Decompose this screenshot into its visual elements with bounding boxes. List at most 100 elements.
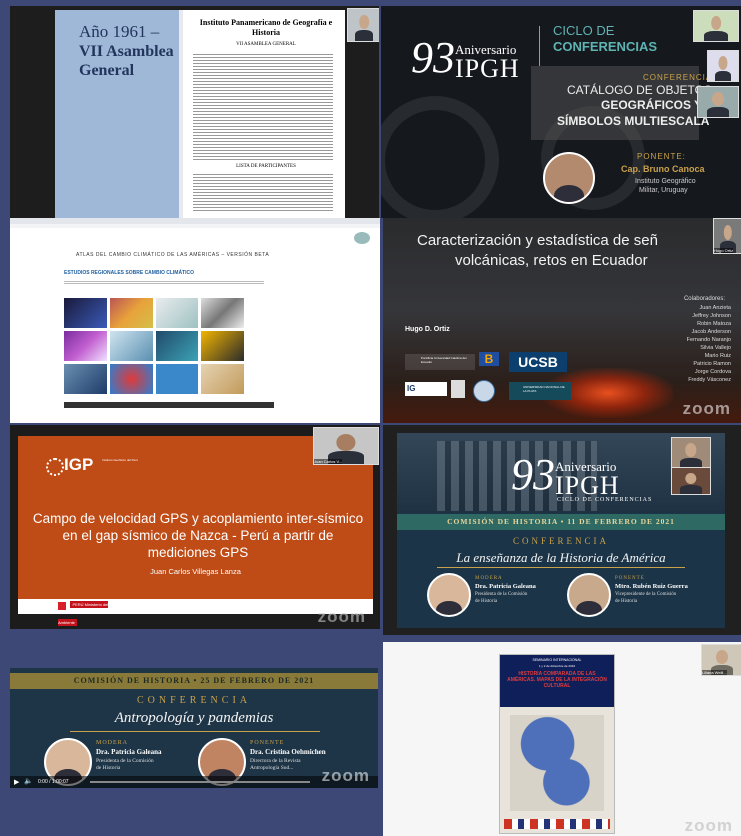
- collaborator-name: Jeffrey Johnson: [692, 313, 731, 319]
- map-thumb[interactable]: [201, 298, 244, 328]
- video-tile-4[interactable]: Caracterización y estadística de señ vol…: [383, 218, 741, 423]
- ponente-name: Dra. Cristina Oehmichen: [250, 748, 326, 756]
- book-cover: SEMINARIO INTERNACIONAL 1 y 2 de diciemb…: [499, 654, 615, 834]
- conferencia-label: CONFERENCIA: [136, 695, 251, 706]
- map-thumb[interactable]: [64, 298, 107, 328]
- participant-name: Liliana Weill...: [702, 670, 727, 675]
- video-tile-1[interactable]: Año 1961 – VII Asamblea General Institut…: [10, 6, 379, 218]
- doc-section: LISTA DE PARTICIPANTES: [236, 164, 296, 169]
- book-seminar: SEMINARIO INTERNACIONAL: [532, 658, 582, 662]
- map-thumb[interactable]: [201, 364, 244, 394]
- slide-title: Campo de velocidad GPS y acoplamiento in…: [32, 511, 364, 560]
- modera-role-1: Presidenta de la Comisión: [475, 592, 528, 597]
- conference-topic: Antropología y pandemias: [114, 710, 274, 726]
- pucsb-logo: Pontificia Universidad Católica del Ecua…: [405, 354, 475, 370]
- peru-ministry-logo: PERÚ Ministerio del Ambiente: [58, 601, 122, 626]
- video-tile-2[interactable]: 93 Aniversario IPGH CICLO DE CONFERENCIA…: [381, 6, 741, 218]
- modera-label: MODERA: [475, 576, 503, 581]
- slide-title-line-2: volcánicas, retos en Ecuador: [455, 252, 648, 269]
- ministry-text: PERÚ Ministerio del Ambiente: [58, 601, 109, 626]
- collaborator-name: Fernando Naranjo: [686, 337, 731, 343]
- vertical-divider: [539, 26, 540, 66]
- ipgh-seal-icon: [354, 232, 370, 244]
- collaborator-name: Juan Anzieta: [699, 305, 732, 311]
- conferencia-label: CONFERENCIA: [512, 536, 609, 546]
- slide-panel: Año 1961 – VII Asamblea General Institut…: [55, 10, 345, 218]
- map-thumb[interactable]: [109, 364, 153, 394]
- ponente-role-2: de Historia: [615, 599, 638, 604]
- peru-flag-icon: [58, 602, 66, 610]
- topic-divider: [437, 567, 685, 568]
- participant-name: Hugo Ortiz: [714, 248, 734, 253]
- pucsb-text: Pontificia Universidad Católica del Ecua…: [421, 356, 467, 364]
- ciclo-label: CICLO DE: [553, 23, 615, 38]
- catalogo-line: CATÁLOGO DE OBJETOS: [567, 83, 712, 97]
- conference-topic: La enseñanza de la Historia de América: [456, 550, 666, 565]
- map-thumb[interactable]: [155, 298, 199, 328]
- play-icon[interactable]: ▶: [14, 778, 19, 786]
- map-thumb[interactable]: [155, 331, 199, 361]
- ponente-role-2: Antropología Sud...: [250, 765, 294, 771]
- compass-watermark: [381, 96, 499, 218]
- volume-icon[interactable]: 🔈: [24, 777, 33, 785]
- doc-title: Instituto Panamericano de Geografía e Hi…: [199, 18, 333, 37]
- collaborator-name: Freddy Vásconez: [688, 377, 731, 383]
- participant-video-thumbnail[interactable]: [707, 50, 739, 82]
- unlp-text: UNIVERSIDAD NACIONAL DE LA PLATA: [523, 385, 565, 393]
- ponente-role-1: Vicepresidente de la Comisión: [615, 592, 677, 597]
- modera-label: MODERA: [96, 740, 129, 746]
- ponente-label: PONENTE: [615, 576, 645, 581]
- comision-bar: COMISIÓN DE HISTORIA • 25 DE FEBRERO DE …: [10, 673, 378, 689]
- video-tile-6[interactable]: 93 Aniversario IPGH CICLO DE CONFERENCIA…: [383, 425, 741, 635]
- conferencia-label: CONFERENCIA: [643, 73, 713, 82]
- map-thumbnail-grid: [64, 298, 244, 394]
- modera-role-2: de Historia: [96, 765, 121, 771]
- video-tile-7[interactable]: COMISIÓN DE HISTORIA • 25 DE FEBRERO DE …: [10, 668, 378, 788]
- ucsb-logo: UCSB: [509, 352, 567, 372]
- collaborators-label: Colaboradores:: [683, 296, 725, 302]
- zoom-watermark: zoom: [682, 399, 731, 418]
- zoom-gallery-grid: Año 1961 – VII Asamblea General Institut…: [0, 0, 741, 836]
- video-tile-5[interactable]: IGP Instituto Geofísico del Perú Campo d…: [10, 425, 380, 629]
- slide-title: VII Asamblea General: [79, 43, 174, 79]
- slide-year: Año 1961 –: [79, 22, 160, 41]
- doc-body-lines: [193, 52, 333, 162]
- map-thumb[interactable]: [109, 298, 153, 328]
- map-thumb[interactable]: [64, 364, 107, 394]
- logo-ipgh: IPGH: [455, 54, 520, 83]
- ponente-role-1: Directora de la Revista: [250, 758, 301, 764]
- map-thumb[interactable]: [64, 331, 107, 361]
- video-tile-8[interactable]: SEMINARIO INTERNACIONAL 1 y 2 de diciemb…: [383, 642, 741, 836]
- participant-video-thumbnail[interactable]: [671, 437, 711, 469]
- map-thumb[interactable]: [201, 331, 244, 361]
- participant-video-thumbnail[interactable]: Juan Carlos V...: [313, 427, 379, 465]
- estudios-text-lines: [64, 280, 264, 284]
- participant-video-thumbnail[interactable]: [697, 86, 739, 118]
- ipgh-93-logo: 93 Aniversario IPGH: [511, 453, 619, 501]
- participant-video-thumbnail[interactable]: [347, 8, 379, 42]
- slide-author: Juan Carlos Villegas Lanza: [150, 567, 241, 576]
- ponente-label: PONENTE:: [637, 152, 686, 161]
- topic-divider: [70, 731, 320, 732]
- ipgh-93-logo: 93 Aniversario IPGH: [411, 33, 519, 84]
- map-thumb[interactable]: [155, 364, 199, 394]
- seek-bar[interactable]: [90, 781, 310, 783]
- participant-video-thumbnail[interactable]: [671, 467, 711, 495]
- participant-video-thumbnail[interactable]: Hugo Ortiz: [713, 218, 741, 254]
- collaborator-name: Silvia Vallejo: [700, 345, 731, 351]
- participant-video-thumbnail[interactable]: [693, 10, 739, 42]
- book-dates: 1 y 2 de diciembre de 2016: [538, 664, 576, 668]
- modera-name: Dra. Patricia Galeana: [475, 583, 536, 590]
- modera-name: Dra. Patricia Galeana: [96, 748, 162, 756]
- map-thumb[interactable]: [109, 331, 153, 361]
- logo-number: 93: [411, 33, 455, 82]
- slide-left-box: Año 1961 – VII Asamblea General: [55, 10, 179, 218]
- participant-name: Juan Carlos V...: [314, 459, 343, 464]
- collaborator-name: Jorge Cordova: [694, 369, 731, 375]
- video-tile-3[interactable]: ATLAS DEL CAMBIO CLIMÁTICO DE LAS AMÉRIC…: [10, 218, 380, 423]
- ponente-label: PONENTE: [250, 740, 285, 746]
- author-name: Hugo D. Ortiz: [405, 326, 450, 333]
- estudios-heading: ESTUDIOS REGIONALES SOBRE CAMBIO CLIMÁTI…: [64, 270, 195, 276]
- speaker-photo: [567, 573, 611, 617]
- participant-video-thumbnail[interactable]: Liliana Weill...: [701, 644, 741, 676]
